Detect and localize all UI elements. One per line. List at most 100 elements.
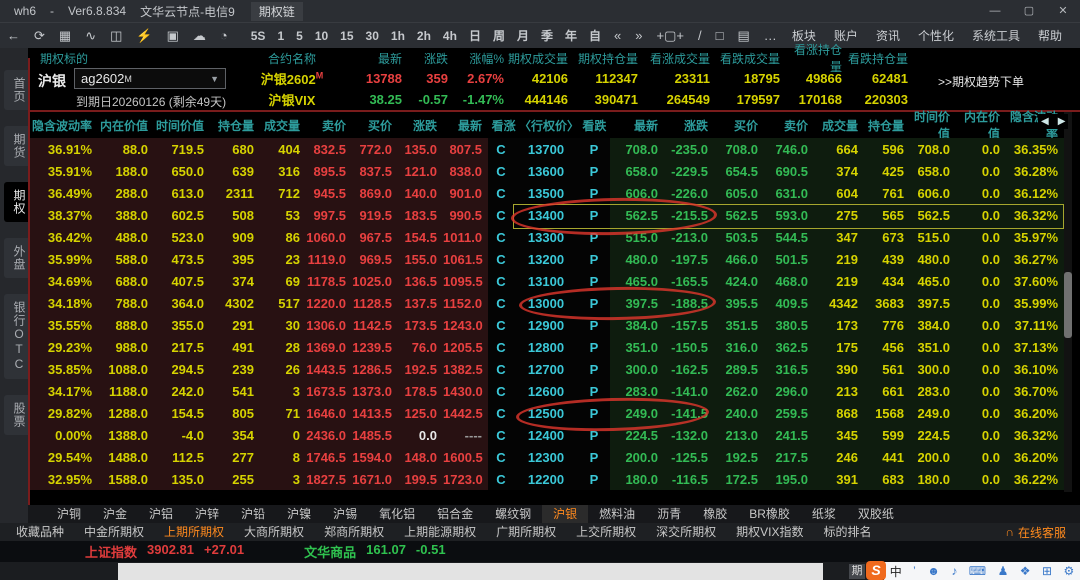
put-flag[interactable]: P <box>578 340 610 355</box>
period-button-月[interactable]: 月 <box>517 27 529 44</box>
option-row-12200[interactable]: 32.95% 1588.0 135.0 255 3 1827.5 1671.0 199.5 17… <box>30 468 1064 490</box>
product-tab-铝合金[interactable]: 铝合金 <box>426 505 484 523</box>
period-button-1h[interactable]: 1h <box>391 29 405 43</box>
menu-系统工具[interactable]: 系统工具 <box>972 27 1020 44</box>
market-tab-收藏品种[interactable]: 收藏品种 <box>6 523 74 541</box>
period-button-自[interactable]: 自 <box>589 27 601 44</box>
product-tab-双胶纸[interactable]: 双胶纸 <box>847 505 905 523</box>
put-flag[interactable]: P <box>578 472 610 487</box>
cloud-icon[interactable]: ☁ <box>193 28 206 44</box>
call-flag[interactable]: C <box>488 406 514 421</box>
call-flag[interactable]: C <box>488 296 514 311</box>
ime-account-icon[interactable]: ♟ <box>998 564 1009 578</box>
product-tab-沥青[interactable]: 沥青 <box>646 505 692 523</box>
call-flag[interactable]: C <box>488 142 514 157</box>
underlying-row-沪银VIX[interactable]: 沪银VIX 38.25 -0.57 -1.47% 444146 390471 264549 1… <box>246 89 912 110</box>
market-tab-上交所期权[interactable]: 上交所期权 <box>566 523 646 541</box>
strike-price[interactable]: 13100 <box>514 274 578 289</box>
period-button-日[interactable]: 日 <box>469 27 481 44</box>
ime-skin-icon[interactable]: ❖ <box>1020 564 1031 578</box>
market-tab-大商所期权[interactable]: 大商所期权 <box>234 523 314 541</box>
quote-board-icon[interactable]: ▦ <box>59 28 71 44</box>
put-flag[interactable]: P <box>578 142 610 157</box>
period-button-5S[interactable]: 5S <box>251 29 266 43</box>
call-flag[interactable]: C <box>488 472 514 487</box>
collapse-up-icon[interactable]: « <box>614 28 621 43</box>
call-flag[interactable]: C <box>488 384 514 399</box>
option-row-12900[interactable]: 35.55% 888.0 355.0 291 30 1306.0 1142.5 173.5 12… <box>30 314 1064 336</box>
more-icon[interactable]: … <box>764 28 777 43</box>
draw-line-icon[interactable]: / <box>698 28 702 43</box>
sogou-logo-icon[interactable]: S <box>866 561 886 580</box>
call-flag[interactable]: C <box>488 450 514 465</box>
ime-emoji-icon[interactable]: ☻ <box>927 564 940 578</box>
period-button-5[interactable]: 5 <box>296 29 303 43</box>
call-flag[interactable]: C <box>488 318 514 333</box>
put-flag[interactable]: P <box>578 164 610 179</box>
option-row-13600[interactable]: 35.91% 188.0 650.0 639 316 895.5 837.5 121.0 838… <box>30 160 1064 182</box>
product-tab-纸浆[interactable]: 纸浆 <box>801 505 847 523</box>
ime-punctuation-icon[interactable]: ’ <box>913 564 916 578</box>
period-button-年[interactable]: 年 <box>565 27 577 44</box>
period-button-季[interactable]: 季 <box>541 27 553 44</box>
period-button-15[interactable]: 15 <box>340 29 353 43</box>
ime-toolbox-icon[interactable]: ⊞ <box>1042 564 1052 578</box>
vertical-scrollbar[interactable] <box>1064 112 1072 492</box>
sidebar-tab-外盘[interactable]: 外盘 <box>4 238 28 278</box>
option-trend-order-link[interactable]: >>期权趋势下单 <box>938 73 1024 90</box>
contract-select[interactable]: ag2602 M ▼ <box>74 68 226 89</box>
call-flag[interactable]: C <box>488 164 514 179</box>
kline-icon[interactable]: ◫ <box>110 28 122 44</box>
market-tab-期权VIX指数[interactable]: 期权VIX指数 <box>726 523 813 541</box>
product-tab-沪铝[interactable]: 沪铝 <box>138 505 184 523</box>
put-flag[interactable]: P <box>578 384 610 399</box>
page-left-icon[interactable]: ◀ <box>1041 116 1049 127</box>
alert-bell-icon[interactable]: ◔ <box>220 28 228 43</box>
option-row-12700[interactable]: 35.85% 1088.0 294.5 239 26 1443.5 1286.5 192.5 1… <box>30 358 1064 380</box>
period-button-30[interactable]: 30 <box>366 29 379 43</box>
maximize-button[interactable]: ▢ <box>1012 0 1046 22</box>
back-icon[interactable]: ← <box>7 28 20 43</box>
ime-voice-icon[interactable]: ♪ <box>951 564 957 578</box>
sidebar-tab-期货[interactable]: 期货 <box>4 126 28 166</box>
market-tab-标的排名[interactable]: 标的排名 <box>813 523 881 541</box>
call-flag[interactable]: C <box>488 274 514 289</box>
refresh-icon[interactable]: ⟳ <box>34 28 45 44</box>
period-button-周[interactable]: 周 <box>493 27 505 44</box>
multi-window-icon[interactable]: ▤ <box>737 28 749 44</box>
strike-price[interactable]: 13700 <box>514 142 578 157</box>
strike-price[interactable]: 13200 <box>514 252 578 267</box>
insert-column-icon[interactable]: +▢+ <box>657 28 684 44</box>
sidebar-tab-期权[interactable]: 期权 <box>4 182 28 222</box>
option-row-13700[interactable]: 36.91% 88.0 719.5 680 404 832.5 772.0 135.0 807.… <box>30 138 1064 160</box>
market-tab-上期能源期权[interactable]: 上期能源期权 <box>394 523 486 541</box>
period-button-2h[interactable]: 2h <box>417 29 431 43</box>
product-tab-沪锡[interactable]: 沪锡 <box>322 505 368 523</box>
menu-帮助[interactable]: 帮助 <box>1038 27 1062 44</box>
market-tab-中金所期权[interactable]: 中金所期权 <box>74 523 154 541</box>
call-flag[interactable]: C <box>488 362 514 377</box>
option-row-12600[interactable]: 34.17% 1188.0 242.0 541 3 1673.5 1373.0 178.5 14… <box>30 380 1064 402</box>
period-button-1[interactable]: 1 <box>277 29 284 43</box>
product-tab-沪铅[interactable]: 沪铅 <box>230 505 276 523</box>
menu-资讯[interactable]: 资讯 <box>876 27 900 44</box>
ime-keyboard-icon[interactable]: ⌨ <box>969 564 986 578</box>
sidebar-tab-股票[interactable]: 股票 <box>4 395 28 435</box>
put-flag[interactable]: P <box>578 450 610 465</box>
sidebar-tab-银行OTC[interactable]: 银行OTC <box>4 294 28 379</box>
scrollbar-thumb[interactable] <box>1064 272 1072 338</box>
option-row-12300[interactable]: 29.54% 1488.0 112.5 277 8 1746.5 1594.0 148.0 16… <box>30 446 1064 468</box>
call-flag[interactable]: C <box>488 186 514 201</box>
market-tab-深交所期权[interactable]: 深交所期权 <box>646 523 726 541</box>
online-service-link[interactable]: ∩ 在线客服 <box>1005 524 1066 541</box>
product-tab-沪锌[interactable]: 沪锌 <box>184 505 230 523</box>
put-flag[interactable]: P <box>578 252 610 267</box>
trend-line-icon[interactable]: ∿ <box>85 28 96 44</box>
market-tab-郑商所期权[interactable]: 郑商所期权 <box>314 523 394 541</box>
lightning-order-icon[interactable]: ⚡ <box>136 28 152 44</box>
strike-price[interactable]: 12700 <box>514 362 578 377</box>
strike-price[interactable]: 12600 <box>514 384 578 399</box>
strike-price[interactable]: 13600 <box>514 164 578 179</box>
option-row-12800[interactable]: 29.23% 988.0 217.5 491 28 1369.0 1239.5 76.0 120… <box>30 336 1064 358</box>
product-tab-沪铜[interactable]: 沪铜 <box>46 505 92 523</box>
